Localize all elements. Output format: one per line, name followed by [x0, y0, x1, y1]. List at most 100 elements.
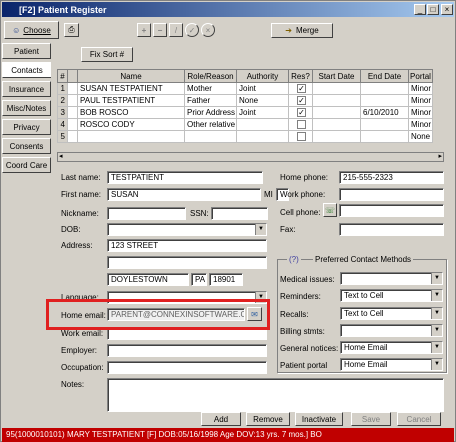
cell-res[interactable]: ✓: [288, 82, 313, 95]
table-row[interactable]: 3 BOB ROSCO Prior Address Joint ✓ 6/10/2010 Mi…: [57, 106, 433, 119]
merge-button[interactable]: ➔ Merge: [271, 23, 333, 38]
save-icon[interactable]: ✓: [185, 23, 199, 37]
table-row[interactable]: 4 ROSCO CODY Other relative Minor: [57, 118, 433, 131]
cell-name[interactable]: PAUL TESTPATIENT: [77, 94, 185, 107]
cell-res[interactable]: ✓: [288, 94, 313, 107]
col-header-start-date[interactable]: Start Date: [312, 69, 361, 83]
cell-end-date[interactable]: [360, 130, 409, 143]
tab-contacts[interactable]: Contacts: [2, 62, 51, 78]
chevron-down-icon[interactable]: ▼: [431, 342, 442, 353]
cell-end-date[interactable]: [360, 82, 409, 95]
work-phone-field[interactable]: [339, 188, 444, 201]
res-checkbox[interactable]: [297, 120, 306, 130]
col-header-num[interactable]: #: [57, 69, 68, 83]
city-field[interactable]: DOYLESTOWN: [107, 273, 189, 286]
cell-res[interactable]: [288, 130, 313, 143]
dob-select[interactable]: ▼: [107, 223, 267, 236]
cell-role[interactable]: Other relative: [184, 118, 237, 131]
recalls-select[interactable]: Text to Cell ▼: [340, 307, 443, 320]
maximize-button[interactable]: □: [427, 4, 439, 15]
col-header-role[interactable]: Role/Reason: [184, 69, 237, 83]
first-name-field[interactable]: SUSAN: [107, 188, 261, 201]
close-button[interactable]: ×: [441, 4, 453, 15]
cell-authority[interactable]: [236, 130, 289, 143]
res-checkbox[interactable]: [297, 132, 306, 142]
ssn-field[interactable]: [211, 207, 268, 220]
save-button[interactable]: Save: [351, 412, 391, 426]
cancel-button[interactable]: Cancel: [397, 412, 441, 426]
table-row[interactable]: 2 PAUL TESTPATIENT Father None ✓ Minor: [57, 94, 433, 107]
row-number[interactable]: 1: [57, 82, 68, 95]
cell-start-date[interactable]: [312, 118, 361, 131]
occupation-field[interactable]: [107, 361, 267, 374]
cell-authority[interactable]: Joint: [236, 82, 289, 95]
tab-insurance[interactable]: Insurance: [2, 81, 51, 97]
col-header-end-date[interactable]: End Date: [360, 69, 409, 83]
cell-end-date[interactable]: [360, 94, 409, 107]
chevron-down-icon[interactable]: ▼: [255, 224, 266, 235]
home-phone-field[interactable]: 215-555-2323: [339, 171, 444, 184]
cell-name[interactable]: [77, 130, 185, 143]
cell-name[interactable]: BOB ROSCO: [77, 106, 185, 119]
notes-field[interactable]: [107, 378, 444, 412]
patient-portal-select[interactable]: Home Email ▼: [340, 358, 443, 371]
row-selector[interactable]: [67, 94, 78, 107]
chevron-down-icon[interactable]: ▼: [431, 359, 442, 370]
row-number[interactable]: 3: [57, 106, 68, 119]
col-header-res[interactable]: Res?: [288, 69, 313, 83]
print-icon[interactable]: ⎙: [64, 23, 79, 37]
tab-coord-care[interactable]: Coord Care: [2, 157, 51, 173]
minimize-button[interactable]: _: [414, 4, 426, 15]
add-icon[interactable]: +: [137, 23, 151, 37]
remove-button[interactable]: Remove: [246, 412, 290, 426]
col-header-name[interactable]: Name: [77, 69, 185, 83]
cancel-icon[interactable]: ×: [201, 23, 215, 37]
cell-portal[interactable]: Minor: [408, 106, 433, 119]
zip-field[interactable]: 18901: [209, 273, 243, 286]
medical-issues-select[interactable]: ▼: [340, 272, 443, 285]
fax-field[interactable]: [339, 223, 444, 236]
table-row[interactable]: 5 None: [57, 130, 433, 143]
tab-misc-notes[interactable]: Misc/Notes: [2, 100, 51, 116]
cell-role[interactable]: [184, 130, 237, 143]
row-selector[interactable]: [67, 130, 78, 143]
general-notices-select[interactable]: Home Email ▼: [340, 341, 443, 354]
cell-end-date[interactable]: 6/10/2010: [360, 106, 409, 119]
chevron-down-icon[interactable]: ▼: [431, 273, 442, 284]
row-selector[interactable]: [67, 106, 78, 119]
row-number[interactable]: 4: [57, 118, 68, 131]
billing-stmts-select[interactable]: ▼: [340, 324, 443, 337]
col-header-authority[interactable]: Authority: [236, 69, 289, 83]
col-header-portal[interactable]: Portal: [408, 69, 433, 83]
table-row[interactable]: 1 SUSAN TESTPATIENT Mother Joint ✓ Minor: [57, 82, 433, 95]
row-selector[interactable]: [67, 82, 78, 95]
cell-start-date[interactable]: [312, 106, 361, 119]
cell-phone-icon[interactable]: ☏: [323, 203, 337, 217]
cell-portal[interactable]: Minor: [408, 94, 433, 107]
cell-name[interactable]: SUSAN TESTPATIENT: [77, 82, 185, 95]
row-number[interactable]: 2: [57, 94, 68, 107]
add-button[interactable]: Add: [201, 412, 241, 426]
res-checkbox[interactable]: ✓: [297, 108, 306, 118]
chevron-down-icon[interactable]: ▼: [431, 290, 442, 301]
address-line2-field[interactable]: [107, 256, 267, 269]
chevron-down-icon[interactable]: ▼: [431, 308, 442, 319]
cell-role[interactable]: Mother: [184, 82, 237, 95]
state-field[interactable]: PA: [191, 273, 207, 286]
cell-start-date[interactable]: [312, 94, 361, 107]
col-header-blank[interactable]: [67, 69, 78, 83]
cell-role[interactable]: Father: [184, 94, 237, 107]
cell-start-date[interactable]: [312, 130, 361, 143]
cell-authority[interactable]: None: [236, 94, 289, 107]
cell-res[interactable]: [288, 118, 313, 131]
cell-role[interactable]: Prior Address: [184, 106, 237, 119]
choose-button[interactable]: ☺ Choose: [4, 21, 59, 39]
scroll-right-icon[interactable]: ▸: [438, 152, 442, 160]
tab-privacy[interactable]: Privacy: [2, 119, 51, 135]
cell-authority[interactable]: [236, 118, 289, 131]
address-line1-field[interactable]: 123 STREET: [107, 239, 267, 252]
row-selector[interactable]: [67, 118, 78, 131]
nickname-field[interactable]: [107, 207, 186, 220]
res-checkbox[interactable]: ✓: [297, 84, 306, 94]
chevron-down-icon[interactable]: ▼: [431, 325, 442, 336]
